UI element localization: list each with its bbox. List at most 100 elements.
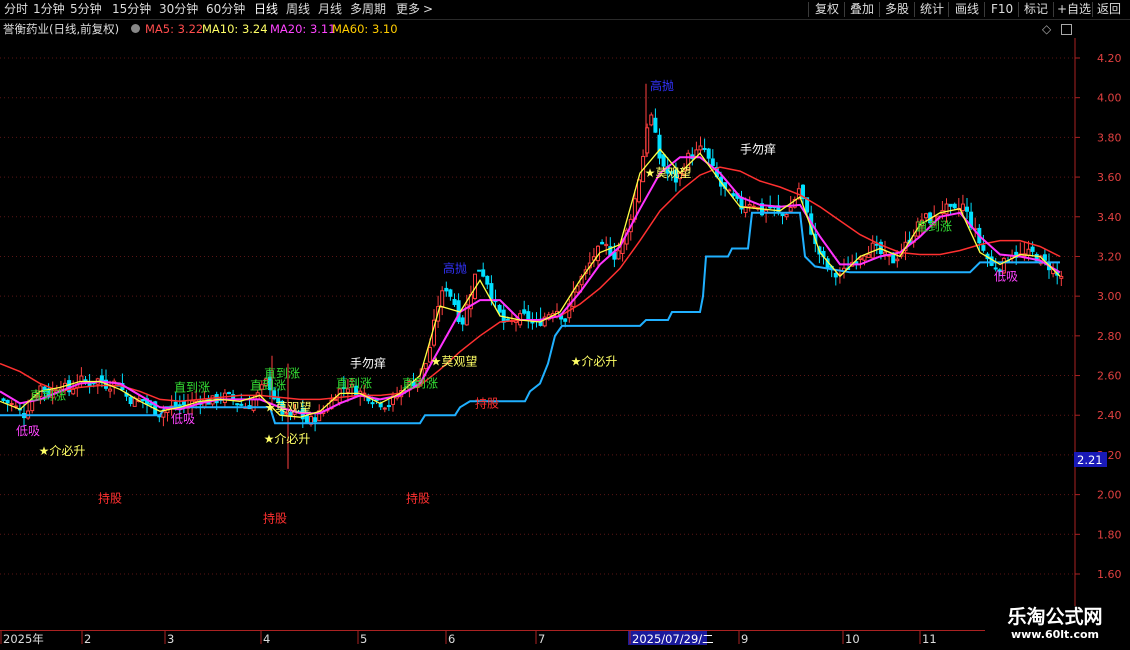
candle-body bbox=[440, 290, 445, 308]
period-tab-15min[interactable]: 15分钟 bbox=[112, 0, 151, 19]
signal-label: 直到涨 bbox=[30, 387, 66, 402]
stock-title: 誉衡药业(日线,前复权) bbox=[3, 22, 120, 36]
signal-label: 高抛 bbox=[443, 260, 467, 275]
month-label: 4 bbox=[263, 632, 270, 646]
month-label: 9 bbox=[741, 632, 748, 646]
back-button[interactable]: 返回 bbox=[1097, 0, 1121, 19]
f10-button[interactable]: F10 bbox=[991, 0, 1013, 19]
candle-body bbox=[698, 145, 703, 151]
candle-body bbox=[948, 203, 953, 207]
period-tab-monthly[interactable]: 月线 bbox=[318, 0, 342, 19]
candle-body bbox=[222, 392, 227, 404]
price-axis-label: 2.80 bbox=[1097, 330, 1122, 343]
period-tab-1min[interactable]: 1分钟 bbox=[33, 0, 65, 19]
candle-body bbox=[481, 269, 486, 277]
candle-body bbox=[423, 363, 428, 370]
price-axis-label: 1.80 bbox=[1097, 528, 1122, 541]
divider bbox=[914, 2, 915, 17]
period-tab-60min[interactable]: 60分钟 bbox=[206, 0, 245, 19]
candle-body bbox=[702, 148, 707, 151]
divider bbox=[1092, 2, 1093, 17]
candle-body bbox=[960, 203, 965, 212]
candle-body bbox=[71, 388, 76, 395]
price-axis-label: 3.20 bbox=[1097, 250, 1122, 263]
ma60-line bbox=[0, 166, 1061, 403]
price-axis-label: 3.40 bbox=[1097, 211, 1122, 224]
candle-body bbox=[751, 205, 756, 208]
watermark-url: www.60lt.com bbox=[1010, 628, 1100, 641]
ma60-label: MA60: 3.10 bbox=[332, 22, 398, 36]
candle-body bbox=[604, 243, 609, 247]
candle-body bbox=[649, 114, 654, 126]
restore-rights-button[interactable]: 复权 bbox=[815, 0, 839, 19]
price-axis-label: 2.00 bbox=[1097, 489, 1122, 502]
period-tab-30min[interactable]: 30分钟 bbox=[159, 0, 198, 19]
candle-body bbox=[333, 398, 338, 401]
candle-body bbox=[177, 404, 182, 407]
candle-body bbox=[173, 401, 178, 407]
diamond-icon[interactable]: ◇ bbox=[1042, 20, 1051, 38]
divider bbox=[808, 2, 809, 17]
month-label: 2025年 bbox=[3, 632, 44, 646]
candle-body bbox=[313, 417, 318, 423]
candle-body bbox=[833, 272, 838, 278]
signal-label: 直到涨 bbox=[174, 379, 210, 394]
candle-body bbox=[895, 258, 900, 262]
month-label: 11 bbox=[922, 632, 937, 646]
overlay-button[interactable]: 叠加 bbox=[850, 0, 874, 19]
draw-line-button[interactable]: 画线 bbox=[955, 0, 979, 19]
watermark-title: 乐淘公式网 bbox=[1007, 606, 1103, 628]
period-tab-more[interactable]: 更多 bbox=[396, 0, 420, 19]
month-label: 3 bbox=[167, 632, 174, 646]
mark-button[interactable]: 标记 bbox=[1024, 0, 1048, 19]
chevron-right-icon[interactable]: > bbox=[423, 0, 433, 19]
candle-body bbox=[952, 203, 957, 209]
divider bbox=[1018, 2, 1019, 17]
current-price-tag: 2.21 bbox=[1077, 453, 1103, 467]
candle-body bbox=[489, 283, 494, 300]
watermark: 乐淘公式网 www.60lt.com bbox=[985, 606, 1125, 650]
signal-label: 直到涨 bbox=[264, 366, 300, 381]
candle-body bbox=[1, 398, 6, 401]
candle-body bbox=[858, 257, 863, 260]
period-tab-weekly[interactable]: 周线 bbox=[286, 0, 310, 19]
signal-label: 低吸 bbox=[994, 269, 1018, 283]
signal-label: 手勿痒 bbox=[740, 141, 776, 156]
price-axis-label: 1.60 bbox=[1097, 568, 1122, 581]
ma5-label: MA5: 3.22 bbox=[145, 22, 204, 36]
candlestick-chart[interactable]: 低吸★介必升直到涨低吸直到涨 直到涨直到涨★莫观望★介必升持股持股手勿痒直到涨 直到… bbox=[0, 38, 1130, 630]
month-label: 7 bbox=[538, 632, 545, 646]
candle-body bbox=[731, 193, 736, 197]
signal-label: 直到涨 bbox=[916, 219, 952, 234]
price-axis-label: 2.40 bbox=[1097, 409, 1122, 422]
period-tab-multi[interactable]: 多周期 bbox=[350, 0, 386, 19]
signal-label: 低吸 bbox=[171, 412, 195, 426]
ma20-label: MA20: 3.11 bbox=[270, 22, 336, 36]
candle-body bbox=[108, 388, 113, 392]
candle-body bbox=[1059, 275, 1064, 279]
candle-body bbox=[477, 269, 482, 272]
add-watchlist-button[interactable]: +自选 bbox=[1057, 0, 1091, 19]
period-tab-fenshi[interactable]: 分时 bbox=[4, 0, 28, 19]
candle-body bbox=[637, 179, 641, 203]
candle-body bbox=[448, 289, 453, 297]
multi-stock-button[interactable]: 多股 bbox=[885, 0, 909, 19]
candle-body bbox=[866, 253, 871, 258]
box-icon[interactable] bbox=[1061, 24, 1072, 35]
period-tab-daily[interactable]: 日线 bbox=[254, 0, 278, 19]
statistics-button[interactable]: 统计 bbox=[920, 0, 944, 19]
signal-label: 手勿痒 bbox=[350, 356, 386, 371]
period-tab-5min[interactable]: 5分钟 bbox=[70, 0, 102, 19]
signal-annotations: 低吸★介必升直到涨低吸直到涨 直到涨直到涨★莫观望★介必升持股持股手勿痒直到涨 直到… bbox=[16, 78, 1018, 526]
candle-body bbox=[79, 375, 84, 383]
price-axis-label: 3.80 bbox=[1097, 131, 1122, 144]
signal-label: ★莫观望 bbox=[431, 355, 478, 369]
candle-body bbox=[181, 400, 186, 406]
candle-body bbox=[600, 241, 605, 245]
candle-body bbox=[661, 154, 666, 167]
candle-body bbox=[874, 243, 879, 246]
candle-body bbox=[747, 204, 752, 207]
price-axis-label: 3.60 bbox=[1097, 171, 1122, 184]
settings-dot-icon[interactable] bbox=[131, 24, 140, 33]
month-label: 5 bbox=[360, 632, 367, 646]
